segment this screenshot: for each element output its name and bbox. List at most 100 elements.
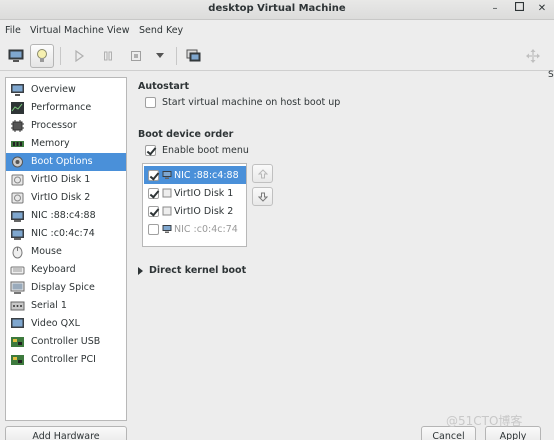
sidebar-item-label: Boot Options	[31, 156, 93, 167]
sidebar-item[interactable]: Overview	[6, 81, 126, 99]
boot-device-row[interactable]: VirtIO Disk 1	[144, 184, 246, 202]
nic-icon	[162, 224, 172, 234]
disk-icon	[162, 206, 172, 216]
details-view-button[interactable]	[30, 44, 54, 68]
menu-virtual-machine[interactable]: Virtual Machine	[30, 25, 104, 36]
fullscreen-button[interactable]	[521, 44, 545, 68]
sidebar-item[interactable]: Keyboard	[6, 261, 126, 279]
sidebar-item[interactable]: Processor	[6, 117, 126, 135]
boot-order-heading: Boot device order	[138, 129, 234, 140]
move-arrows-icon	[526, 49, 540, 63]
snapshots-button[interactable]	[182, 44, 206, 68]
video-icon	[10, 317, 25, 331]
lightbulb-icon	[37, 49, 47, 62]
sidebar-item[interactable]: Boot Options	[6, 153, 126, 171]
run-button[interactable]	[67, 44, 91, 68]
sidebar-item[interactable]: Video QXL	[6, 315, 126, 333]
mouse-icon	[10, 245, 25, 259]
menu-file[interactable]: File	[5, 25, 21, 36]
autostart-option[interactable]: Start virtual machine on host boot up	[145, 97, 340, 108]
nic-icon	[10, 227, 25, 241]
sidebar-item-label: VirtIO Disk 2	[31, 192, 91, 203]
watermark: @51CTO博客	[446, 414, 523, 428]
boot-device-row[interactable]: VirtIO Disk 2	[144, 202, 246, 220]
move-down-button[interactable]	[252, 187, 273, 206]
chart-icon	[10, 101, 25, 115]
hardware-list: Overview Performance Processor Memory Boot O…	[5, 77, 127, 421]
controller-icon	[10, 353, 25, 367]
nic-icon	[10, 209, 25, 223]
toolbar-separator	[60, 47, 61, 65]
boot-device-list: NIC :88:c4:88 VirtIO Disk 1 VirtIO Disk 2 N…	[142, 163, 247, 247]
sidebar-item-label: Processor	[31, 120, 77, 131]
sidebar-item[interactable]: Mouse	[6, 243, 126, 261]
keyboard-icon	[10, 263, 25, 277]
sidebar-item-label: NIC :c0:4c:74	[31, 228, 95, 239]
direct-kernel-boot-expander[interactable]: Direct kernel boot	[138, 265, 246, 276]
cpu-icon	[10, 119, 25, 133]
shutdown-menu-button[interactable]	[148, 44, 172, 68]
window-edge-glyph: S	[548, 70, 554, 80]
boot-device-checkbox[interactable]	[148, 223, 159, 235]
display-icon	[10, 281, 25, 295]
disk-icon	[10, 173, 25, 187]
boot-device-checkbox[interactable]	[148, 205, 159, 217]
play-icon	[75, 50, 85, 62]
sidebar-item-label: Mouse	[31, 246, 62, 257]
sidebar-item-label: Display Spice	[31, 282, 95, 293]
sidebar-item[interactable]: Performance	[6, 99, 126, 117]
close-icon[interactable]: ✕	[535, 2, 549, 16]
menu-bar: File Virtual Machine View Send Key	[0, 20, 554, 41]
autostart-label: Start virtual machine on host boot up	[162, 97, 341, 108]
add-hardware-button[interactable]: Add Hardware	[5, 426, 127, 440]
monitor-icon	[10, 83, 25, 97]
sidebar-item-label: VirtIO Disk 1	[31, 174, 91, 185]
gear-icon	[10, 155, 25, 169]
stop-icon	[131, 51, 141, 61]
sidebar-item-label: Serial 1	[31, 300, 67, 311]
boot-device-row[interactable]: NIC :88:c4:88	[144, 166, 246, 184]
disk-icon	[162, 188, 172, 198]
boot-device-label: NIC :88:c4:88	[174, 169, 239, 181]
sidebar-item[interactable]: NIC :88:c4:88	[6, 207, 126, 225]
sidebar-item-label: Controller PCI	[31, 354, 96, 365]
nic-icon	[162, 170, 172, 180]
menu-send-key[interactable]: Send Key	[139, 25, 183, 36]
enable-boot-menu-checkbox[interactable]	[145, 145, 156, 156]
boot-device-label: VirtIO Disk 2	[174, 205, 234, 217]
toolbar-separator	[176, 47, 177, 65]
boot-device-row[interactable]: NIC :c0:4c:74	[144, 220, 246, 238]
sidebar-item[interactable]: NIC :c0:4c:74	[6, 225, 126, 243]
sidebar-item[interactable]: Controller USB	[6, 333, 126, 351]
direct-kernel-boot-label: Direct kernel boot	[149, 265, 247, 276]
monitor-icon	[8, 49, 24, 62]
minimize-icon[interactable]: –	[488, 2, 502, 16]
title-bar: desktop Virtual Machine – ✕	[0, 0, 554, 20]
boot-device-checkbox[interactable]	[148, 169, 159, 181]
console-view-button[interactable]	[4, 44, 28, 68]
enable-boot-menu-option[interactable]: Enable boot menu	[145, 145, 249, 156]
disk-icon	[10, 191, 25, 205]
sidebar-item[interactable]: Controller PCI	[6, 351, 126, 369]
memory-icon	[10, 137, 25, 151]
arrow-up-icon	[257, 168, 268, 178]
menu-view[interactable]: View	[107, 25, 130, 36]
sidebar-item-label: Keyboard	[31, 264, 76, 275]
sidebar-item-label: NIC :88:c4:88	[31, 210, 96, 221]
controller-icon	[10, 335, 25, 349]
autostart-checkbox[interactable]	[145, 97, 156, 108]
maximize-icon[interactable]	[512, 1, 526, 16]
autostart-heading: Autostart	[138, 81, 190, 92]
sidebar-item[interactable]: VirtIO Disk 1	[6, 171, 126, 189]
move-up-button[interactable]	[252, 164, 273, 183]
expander-arrow-icon	[138, 266, 143, 275]
sidebar-item[interactable]: Display Spice	[6, 279, 126, 297]
boot-device-label: NIC :c0:4c:74	[174, 223, 238, 235]
sidebar-item[interactable]: Memory	[6, 135, 126, 153]
sidebar-item[interactable]: VirtIO Disk 2	[6, 189, 126, 207]
pause-button[interactable]	[96, 44, 120, 68]
toolbar	[0, 41, 554, 71]
boot-device-checkbox[interactable]	[148, 187, 159, 199]
shutdown-button[interactable]	[124, 44, 148, 68]
sidebar-item[interactable]: Serial 1	[6, 297, 126, 315]
